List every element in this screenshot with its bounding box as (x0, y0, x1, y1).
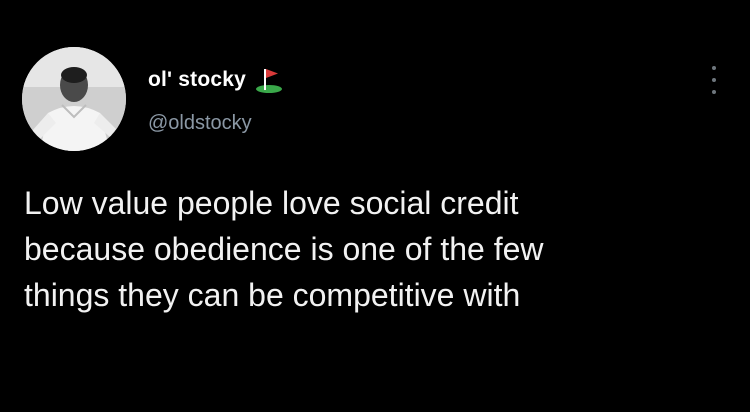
more-dot (712, 90, 716, 94)
author-name-row: ol' stocky (148, 66, 284, 94)
author-handle[interactable]: @oldstocky (148, 112, 252, 135)
avatar[interactable] (22, 47, 126, 151)
golf-flag-icon (254, 66, 284, 94)
more-dot (712, 66, 716, 70)
tweet-text-line: things they can be competitive with (24, 277, 521, 313)
tweet-text: Low value people love social credit beca… (24, 180, 724, 318)
tweet-text-line: Low value people love social credit (24, 185, 519, 221)
author-display-name[interactable]: ol' stocky (148, 68, 246, 92)
tweet-text-line: because obedience is one of the few (24, 231, 544, 267)
more-options-icon[interactable] (706, 66, 722, 94)
tweet-card: ol' stocky @oldstocky Low value people l… (0, 0, 750, 412)
avatar-photo (22, 47, 126, 151)
more-dot (712, 78, 716, 82)
